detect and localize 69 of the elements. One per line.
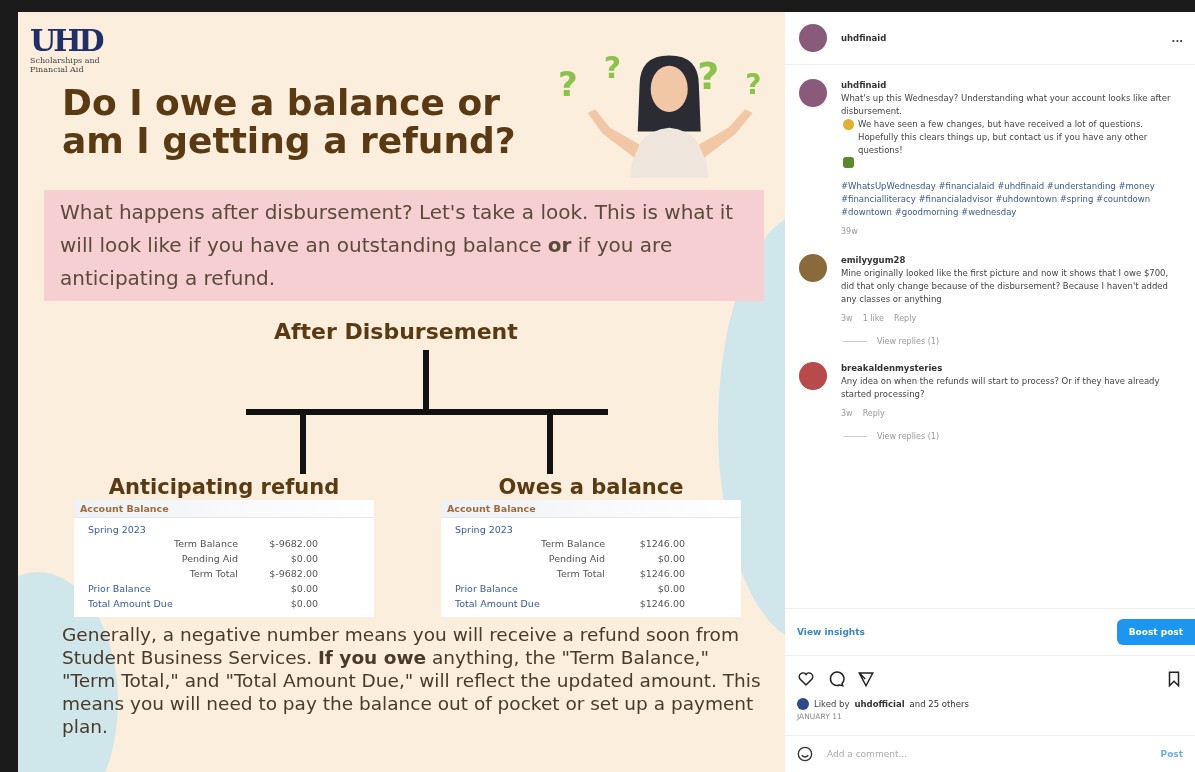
- question-mark: ?: [603, 50, 622, 87]
- amount-value: $0.00: [290, 552, 318, 566]
- row-label: Term Total: [189, 567, 238, 581]
- question-mark: ?: [558, 64, 578, 104]
- footer-paragraph: Generally, a negative number means you will receive a refund soon from Student Business Services. If you owe anything, the "Term Balance," "Term Total," and "Total Amount Due," will reflect the updated amount. This means you will need to pay the balance out of pocket or set up a payment plan.: [62, 623, 762, 738]
- view-replies-link[interactable]: View replies (1): [877, 432, 940, 441]
- send-icon[interactable]: [857, 670, 875, 688]
- amount-value: $1246.00: [639, 567, 685, 581]
- author-name[interactable]: uhdfinaid: [841, 33, 1158, 43]
- caption-text: What's up this Wednesday? Understanding what your account looks like after disbursement.: [841, 92, 1172, 118]
- emoji-icon: [843, 157, 854, 168]
- row-label: Term Balance: [174, 537, 238, 551]
- row-label: Prior Balance: [455, 582, 518, 596]
- view-replies-link[interactable]: View replies (1): [877, 337, 940, 346]
- author-avatar: [799, 24, 827, 52]
- comment-meta[interactable]: 3w: [841, 312, 853, 325]
- tree-root-label: After Disbursement: [274, 319, 518, 344]
- logo-mark: UHD: [30, 26, 102, 56]
- amount-value: $1246.00: [639, 537, 685, 551]
- likes-prefix: Liked by: [814, 699, 850, 709]
- row-label: Total Amount Due: [455, 597, 540, 611]
- term-label: Spring 2023: [455, 524, 513, 535]
- post-time: 39w: [841, 226, 859, 238]
- branch-label: Anticipating refund: [108, 474, 340, 500]
- amount-value: $0.00: [290, 582, 318, 596]
- smiley-icon[interactable]: [797, 746, 813, 762]
- amount-value: $-9682.00: [269, 567, 318, 581]
- branch-label: Owes a balance: [498, 474, 684, 500]
- question-mark: ?: [745, 68, 762, 103]
- hashtags: #WhatsUpWednesday #financialaid #uhdfinaid #understanding #money #financialliteracy #financialadvisor #uhdowntown #spring #countdown #downtown #goodmorning #wednesday: [841, 180, 1156, 219]
- more-options[interactable]: ...: [1171, 32, 1183, 44]
- table-header: Account Balance: [74, 500, 374, 518]
- commenter-name[interactable]: breakaldenmysteries: [841, 362, 1181, 375]
- amount-value: $0.00: [657, 552, 685, 566]
- author-avatar: [799, 79, 827, 107]
- term-label: Spring 2023: [88, 524, 146, 535]
- liker-name[interactable]: uhdofficial: [854, 699, 905, 709]
- row-label: Pending Aid: [181, 552, 238, 566]
- row-label: Pending Aid: [548, 552, 605, 566]
- amount-value: $-9682.00: [269, 537, 318, 551]
- heart-icon[interactable]: [797, 670, 815, 688]
- post-link[interactable]: Post: [1160, 749, 1183, 759]
- question-mark: ?: [697, 54, 720, 100]
- amount-value: $0.00: [290, 597, 318, 611]
- commenter-name[interactable]: emilyygum28: [841, 254, 1181, 267]
- headline: Do I owe a balance or am I getting a refund?: [62, 84, 517, 160]
- caption-text: We have seen a few changes, but have received a lot of questions. Hopefully this clears things up, but contact us if you have any other questions!: [858, 118, 1149, 157]
- comment-text: Mine originally looked like the first picture and now it shows that I owe $700, did that only change because of the disbursement? Because I haven't added any classes or anything: [841, 267, 1170, 306]
- liker-avatar: [797, 698, 809, 710]
- row-label: Term Total: [556, 567, 605, 581]
- emoji-icon: [843, 119, 854, 130]
- logo-subtitle: Scholarships and Financial Aid: [30, 56, 101, 74]
- comment-icon[interactable]: [827, 670, 845, 688]
- comment-meta[interactable]: 1 like: [862, 312, 884, 325]
- view-insights-link[interactable]: View insights: [797, 627, 865, 637]
- intro-paragraph: What happens after disbursement? Let's take a look. This is what it will look like if you have an outstanding balance or if you are anticipating a refund.: [44, 190, 764, 301]
- comment-meta[interactable]: 3w: [841, 407, 853, 420]
- row-label: Prior Balance: [88, 582, 151, 596]
- caption-username[interactable]: uhdfinaid: [841, 79, 1181, 92]
- comment-meta[interactable]: Reply: [862, 407, 885, 420]
- row-label: Term Balance: [541, 537, 605, 551]
- row-label: Total Amount Due: [88, 597, 173, 611]
- comment-meta[interactable]: Reply: [894, 312, 917, 325]
- amount-value: $1246.00: [639, 597, 685, 611]
- likes-suffix: and 25 others: [909, 699, 969, 709]
- table-header: Account Balance: [441, 500, 741, 518]
- comment-text: Any idea on when the refunds will start to process? Or if they have already started processing?: [841, 375, 1161, 401]
- amount-value: $0.00: [657, 582, 685, 596]
- boost-post-button[interactable]: Boost post: [1116, 619, 1195, 645]
